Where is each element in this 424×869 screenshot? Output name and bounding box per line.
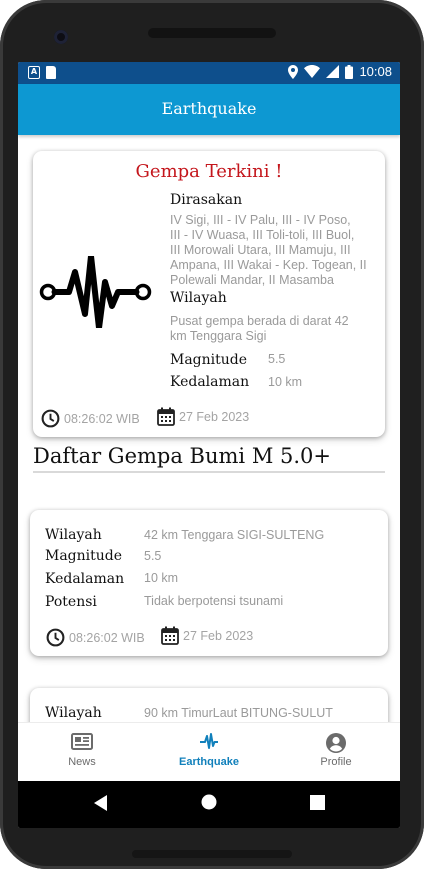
region-value: Pusat gempa berada di darat 42 km Tengga… [170,314,349,343]
region-label: Wilayah [45,527,102,543]
content-scroll[interactable]: Gempa Terkini ! Dirasakan IV Sigi, III -… [18,135,400,722]
screen: A 10:08 Earthquake Gempa Terkini ! Diras… [18,62,400,828]
bottom-speaker [132,850,292,858]
latest-earthquake-card[interactable]: Gempa Terkini ! Dirasakan IV Sigi, III -… [33,151,385,437]
latest-time: 08:26:02 WIB [41,409,140,428]
status-bar: A 10:08 [18,62,400,84]
latest-heading: Gempa Terkini ! [135,161,283,182]
pulse-icon [200,733,218,749]
newspaper-icon [71,733,93,750]
depth-value: 10 km [268,375,303,389]
nav-earthquake-label: Earthquake [179,756,239,768]
depth-label: Kedalaman [170,374,250,390]
list-item[interactable]: Wilayah 42 km Tenggara SIGI-SULTENG Magn… [30,510,388,656]
clock-icon [46,628,65,647]
app-bar: Earthquake [18,84,400,135]
wifi-icon [304,65,321,78]
calendar-icon [161,626,179,645]
recents-icon[interactable] [310,795,325,810]
nav-profile[interactable]: Profile [286,723,386,782]
magnitude-label: Magnitude [170,352,248,368]
sd-card-icon [46,66,56,79]
latest-date: 27 Feb 2023 [157,407,249,426]
region-label: Wilayah [45,705,102,721]
potential-value: Tidak berpotensi tsunami [144,594,284,608]
app-title: Earthquake [161,99,257,118]
region-label: Wilayah [170,290,227,306]
region-value: 90 km TimurLaut BITUNG-SULUT [144,706,333,720]
front-camera [54,30,68,44]
magnitude-label: Magnitude [45,548,123,564]
magnitude-value: 5.5 [268,352,286,366]
depth-value: 10 km [144,571,179,585]
nav-news-label: News [68,756,96,768]
felt-value: IV Sigi, III - IV Palu, III - IV Poso, I… [170,213,367,287]
signal-icon [326,65,340,78]
list-item[interactable]: Wilayah 90 km TimurLaut BITUNG-SULUT [30,688,388,722]
back-icon[interactable] [93,794,109,812]
magnitude-value: 5.5 [144,549,162,563]
status-time: 10:08 [359,64,392,79]
list-title: Daftar Gempa Bumi M 5.0+ [33,444,385,473]
nav-earthquake[interactable]: Earthquake [159,723,259,782]
clock-icon [41,409,60,428]
felt-label: Dirasakan [170,192,243,208]
list-item-time: 08:26:02 WIB [46,628,145,647]
home-icon[interactable] [200,793,218,811]
account-circle-icon [326,733,346,753]
system-navigation-bar [18,781,400,828]
bottom-navigation: News Earthquake Profile [18,722,400,781]
battery-icon [345,64,354,79]
potential-label: Potensi [45,594,97,610]
region-value: 42 km Tenggara SIGI-SULTENG [144,528,325,542]
calendar-icon [157,407,175,426]
seismograph-icon [39,256,152,328]
depth-label: Kedalaman [45,571,125,587]
nav-profile-label: Profile [320,756,352,768]
nav-news[interactable]: News [32,723,132,782]
list-item-date: 27 Feb 2023 [161,626,253,645]
app-notification-icon: A [28,66,40,79]
phone-frame: A 10:08 Earthquake Gempa Terkini ! Diras… [0,0,424,869]
earpiece [148,28,276,38]
location-icon [288,64,299,79]
